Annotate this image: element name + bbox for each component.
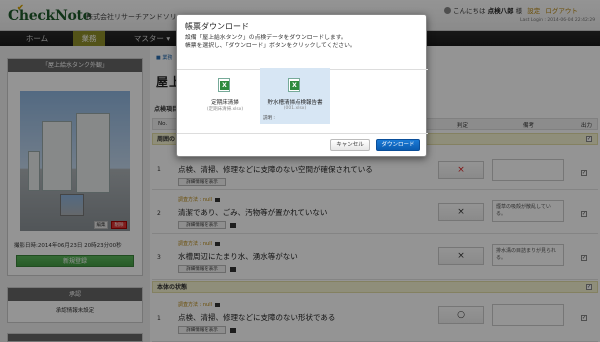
report-download-dialog: 帳票ダウンロード 設備「屋上給水タンク」の点検データをダウンロードします。 帳票…	[176, 14, 428, 157]
divider	[177, 133, 428, 134]
cancel-button[interactable]: キャンセル	[330, 139, 370, 151]
report-desc: 説明 :	[263, 116, 275, 121]
report-option[interactable]: 定期床清掃 (定期床清掃.xlsx)	[190, 68, 260, 124]
excel-file-icon	[288, 78, 300, 92]
report-filename: (001.xlsx)	[283, 106, 307, 111]
download-button[interactable]: ダウンロード	[376, 139, 420, 151]
report-option-selected[interactable]: 貯水槽清掃点検報告書 (001.xlsx) 説明 :	[260, 68, 330, 124]
excel-file-icon	[218, 78, 230, 92]
dialog-title: 帳票ダウンロード	[185, 22, 249, 31]
report-filename: (定期床清掃.xlsx)	[206, 107, 244, 112]
report-name: 定期床清掃	[211, 100, 239, 106]
dialog-description: 設備「屋上給水タンク」の点検データをダウンロードします。 帳票を選択し、「ダウン…	[185, 35, 356, 49]
report-name: 貯水槽清掃点検報告書	[267, 100, 323, 106]
